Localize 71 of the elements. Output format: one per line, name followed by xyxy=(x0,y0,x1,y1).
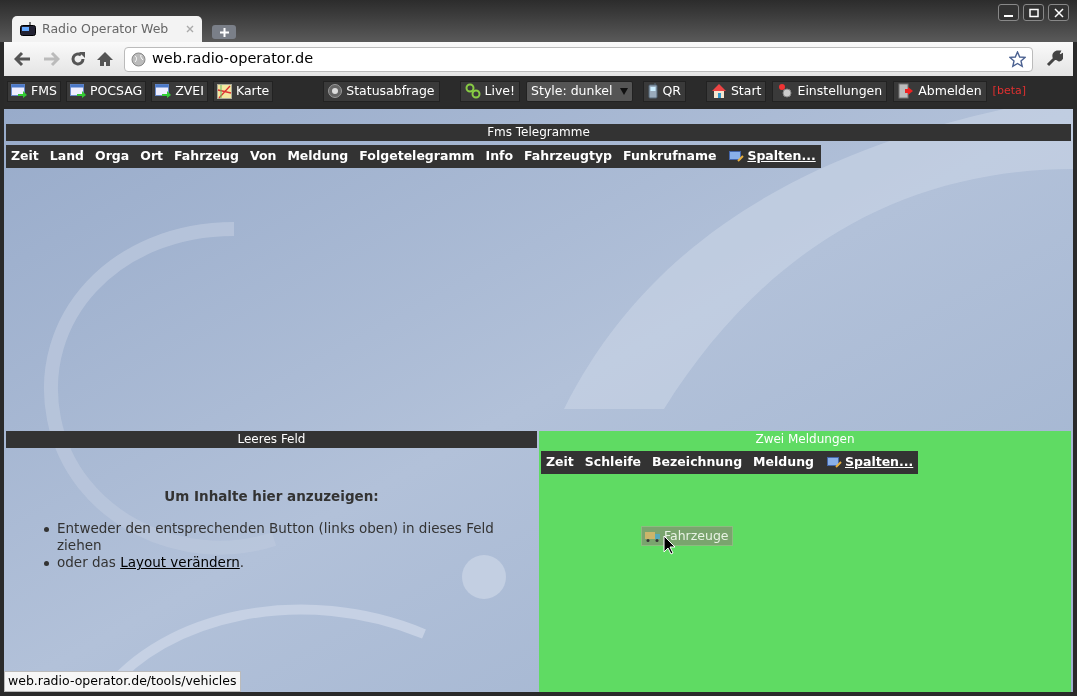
back-icon[interactable] xyxy=(14,51,32,67)
home-icon[interactable] xyxy=(96,51,114,67)
toolbar-button[interactable]: ZVEI xyxy=(151,80,208,102)
door-exit-icon xyxy=(898,83,915,99)
column-header[interactable]: Bezeichnung xyxy=(652,453,743,472)
panel-title-bar: Leeres Feld xyxy=(6,431,537,448)
house-icon xyxy=(710,83,727,99)
column-header[interactable]: Ort xyxy=(140,147,164,166)
window-icon xyxy=(69,84,86,98)
column-header[interactable]: Orga xyxy=(95,147,130,166)
column-header[interactable]: Info xyxy=(485,147,514,166)
globe-icon xyxy=(131,51,146,67)
column-header[interactable]: Fahrzeugtyp xyxy=(524,147,613,166)
edit-columns-icon xyxy=(827,456,842,468)
bullet-icon xyxy=(44,527,49,533)
window-icon xyxy=(11,84,27,98)
toolbar-button[interactable]: Abmelden xyxy=(893,80,987,102)
map-icon xyxy=(216,83,232,99)
close-button[interactable] xyxy=(1048,4,1069,21)
toolbar-button[interactable]: POCSAG xyxy=(65,80,147,102)
close-icon xyxy=(1053,7,1064,18)
new-tab-button[interactable] xyxy=(212,25,236,39)
browser-tab[interactable]: Radio Operator Web xyxy=(12,16,202,42)
bullet-icon xyxy=(44,561,49,567)
toolbar-button[interactable]: Einstellungen xyxy=(772,80,888,102)
toolbar-button[interactable]: Live! xyxy=(459,80,521,102)
window-icon xyxy=(155,84,172,98)
wrench-icon[interactable] xyxy=(1045,50,1063,68)
beta-label: [beta] xyxy=(992,82,1026,99)
status-url-bubble: web.radio-operator.de/tools/vehicles xyxy=(4,671,241,692)
toolbar-button[interactable]: Start xyxy=(705,80,767,102)
column-header[interactable]: Meldung xyxy=(753,453,814,472)
toolbar-button[interactable]: FMS xyxy=(7,80,61,102)
panel-title: Zwei Meldungen xyxy=(754,431,856,448)
column-header[interactable]: Meldung xyxy=(287,147,349,166)
layout-link[interactable]: Layout verändern xyxy=(120,554,240,571)
status-icon xyxy=(328,84,343,98)
dropdown-caret-icon xyxy=(620,87,629,95)
column-header[interactable]: Zeit xyxy=(546,453,574,472)
column-header[interactable]: Schleife xyxy=(584,453,642,472)
column-header[interactable]: Von xyxy=(249,147,277,166)
phone-icon xyxy=(648,83,659,99)
tools-icon xyxy=(777,83,794,99)
column-header[interactable]: Land xyxy=(49,147,85,166)
column-header[interactable]: Folgetelegramm xyxy=(359,147,475,166)
radio-icon xyxy=(20,22,36,36)
plus-icon xyxy=(219,27,229,37)
tab-title: Radio Operator Web xyxy=(42,19,169,38)
panel-heading: Um Inhalte hier anzuzeigen: xyxy=(163,487,380,506)
toolbar-button[interactable]: Karte xyxy=(212,80,274,102)
chain-link-icon xyxy=(464,83,481,99)
reload-icon[interactable] xyxy=(70,51,86,67)
column-header[interactable]: Fahrzeug xyxy=(174,147,239,166)
maximize-icon xyxy=(1028,7,1039,18)
minimize-icon xyxy=(1004,14,1013,17)
edit-columns-icon xyxy=(729,150,745,162)
column-header[interactable]: Funkrufname xyxy=(623,147,717,166)
instruction-text: oder das Layout verändern. xyxy=(57,554,245,572)
columns-link[interactable]: Spalten... xyxy=(747,147,816,166)
style-select[interactable]: Style: dunkel xyxy=(526,80,634,102)
star-icon[interactable] xyxy=(1009,50,1026,68)
toolbar-button[interactable]: Statusabfrage xyxy=(323,80,440,102)
maximize-button[interactable] xyxy=(1023,4,1044,21)
columns-link[interactable]: Spalten... xyxy=(845,453,914,472)
toolbar-button[interactable]: QR xyxy=(643,80,686,102)
column-header[interactable]: Zeit xyxy=(11,147,39,166)
minimize-button[interactable] xyxy=(998,4,1019,21)
truck-icon xyxy=(645,530,661,542)
panel-title-bar: Fms Telegramme xyxy=(6,124,1071,141)
address-field[interactable]: web.radio-operator.de xyxy=(124,46,1033,72)
url-text: web.radio-operator.de xyxy=(152,49,314,69)
